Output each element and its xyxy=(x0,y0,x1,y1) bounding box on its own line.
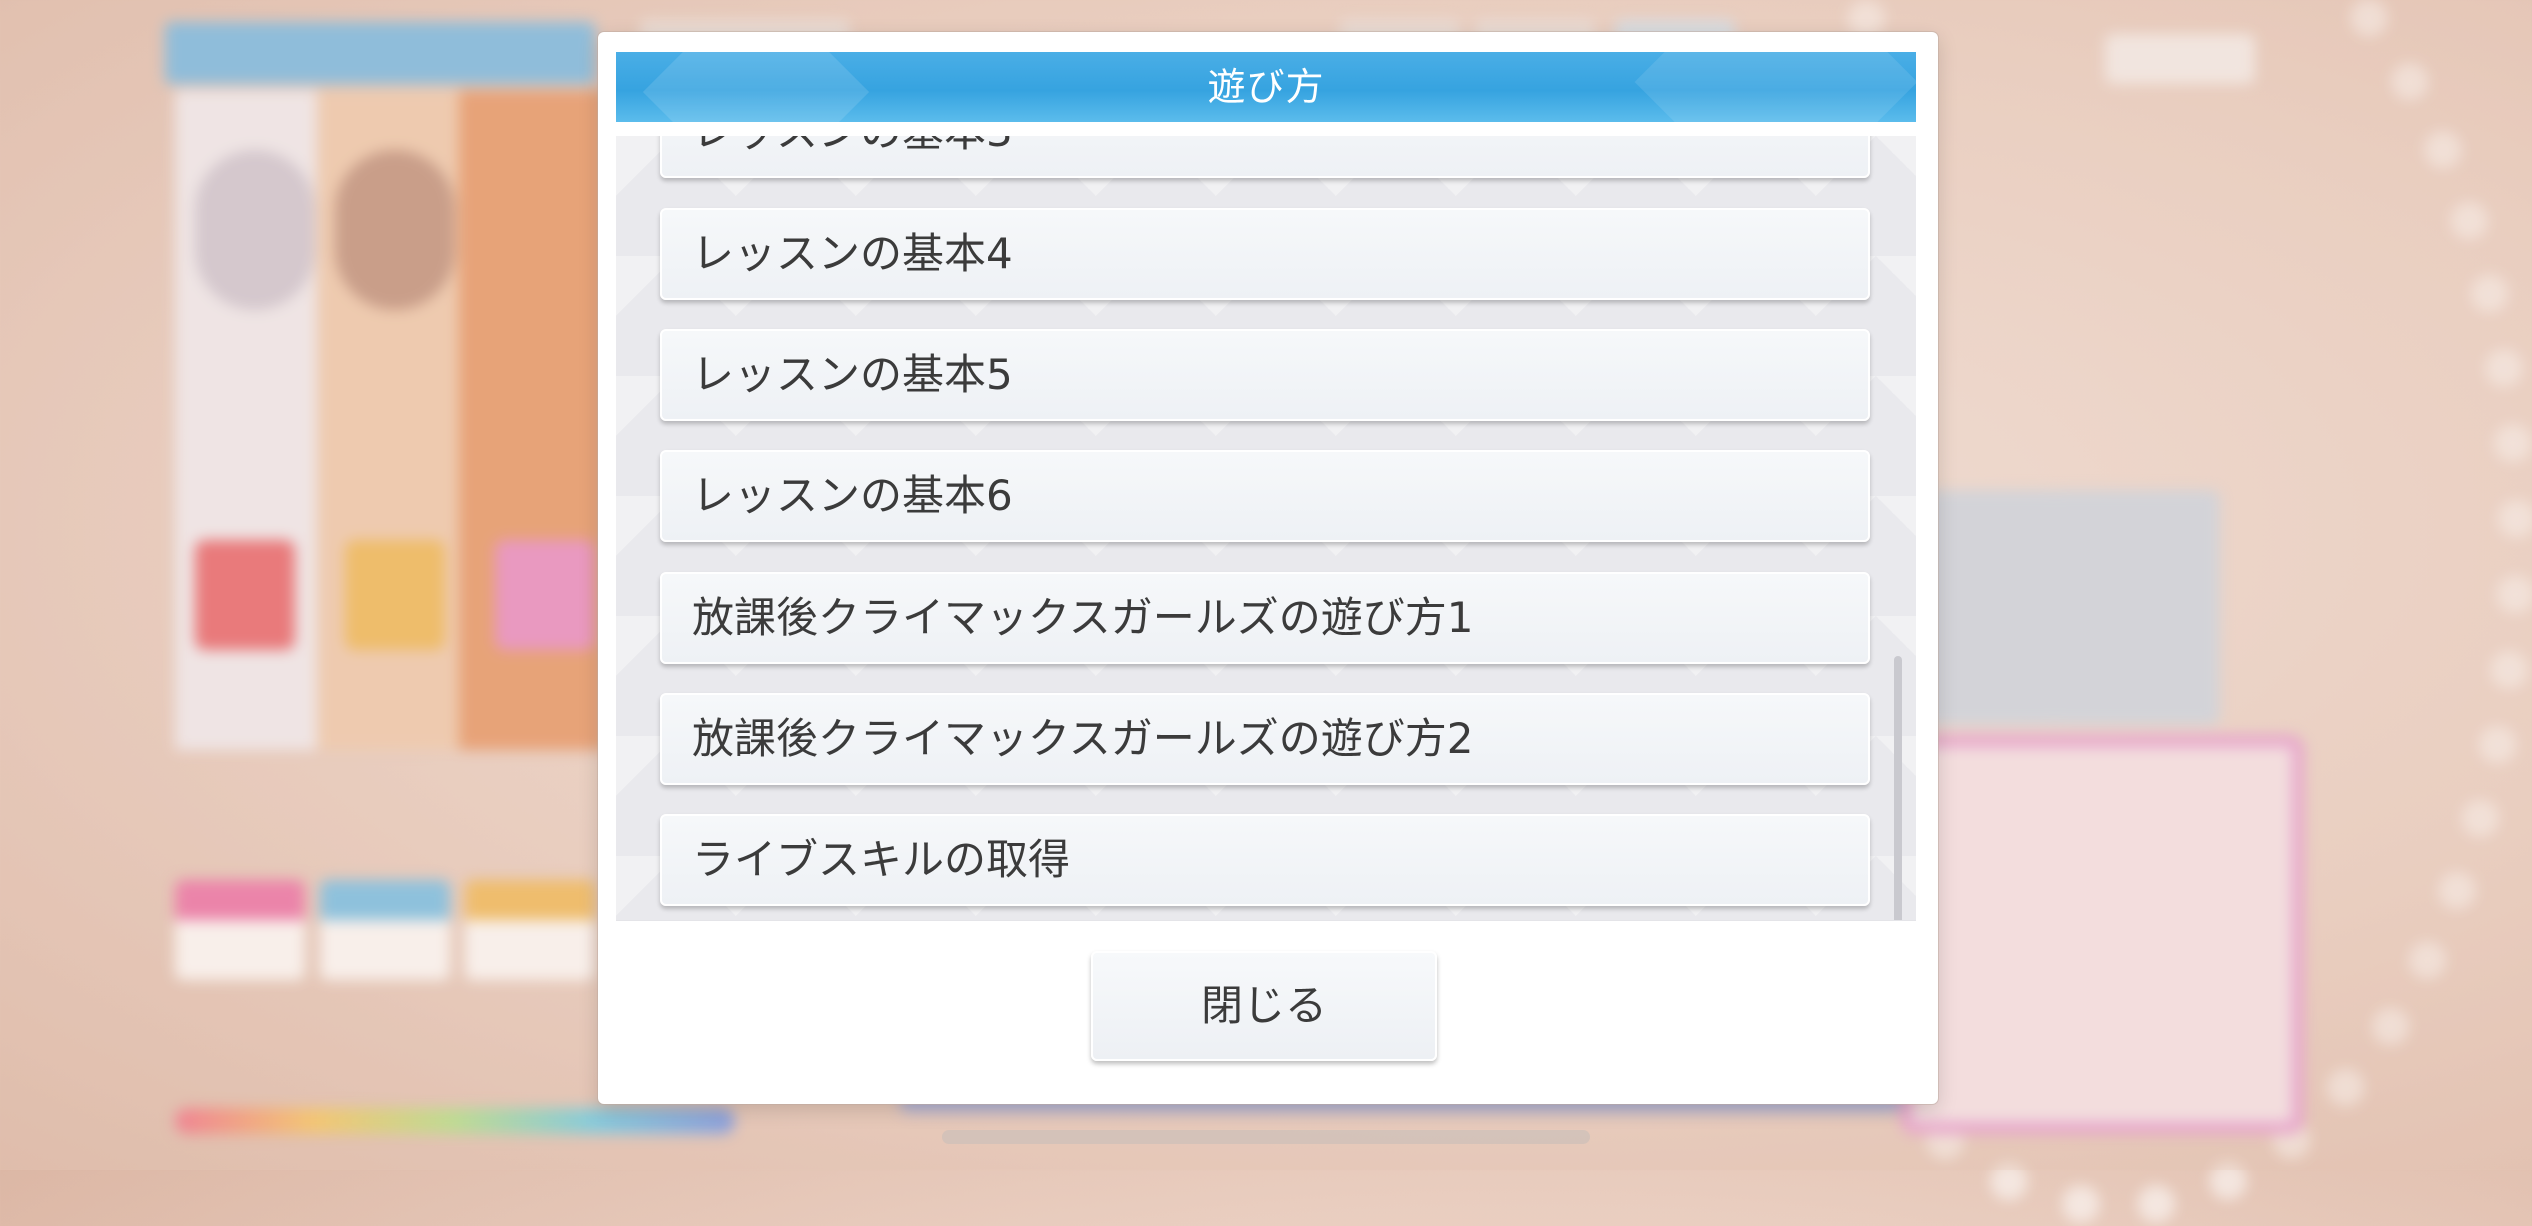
list-item-lesson-basics-6[interactable]: レッスンの基本6 xyxy=(660,450,1870,542)
title-divider xyxy=(616,122,1916,136)
scrollbar-thumb[interactable] xyxy=(1894,656,1902,920)
dialog-inner: 遊び方 レッスンの基本3 レッスンの基本4 レッスンの基本5 レッスンの基本6 … xyxy=(616,52,1916,1082)
dialog-title-bar: 遊び方 xyxy=(616,52,1916,122)
dialog-title: 遊び方 xyxy=(1207,65,1325,109)
close-button[interactable]: 閉じる xyxy=(1091,951,1437,1061)
dialog-footer: 閉じる xyxy=(616,920,1916,1082)
help-topic-list[interactable]: レッスンの基本3 レッスンの基本4 レッスンの基本5 レッスンの基本6 放課後ク… xyxy=(616,136,1916,920)
how-to-play-dialog: 遊び方 レッスンの基本3 レッスンの基本4 レッスンの基本5 レッスンの基本6 … xyxy=(598,32,1938,1104)
list-item-houkago-how-to-play-1[interactable]: 放課後クライマックスガールズの遊び方1 xyxy=(660,572,1870,664)
list-item-live-skill[interactable]: ライブスキルの取得 xyxy=(660,814,1870,906)
list-item-lesson-basics-3[interactable]: レッスンの基本3 xyxy=(660,136,1870,178)
home-indicator xyxy=(942,1130,1590,1144)
list-item-lesson-basics-4[interactable]: レッスンの基本4 xyxy=(660,208,1870,300)
list-item-lesson-basics-5[interactable]: レッスンの基本5 xyxy=(660,329,1870,421)
list-item-houkago-how-to-play-2[interactable]: 放課後クライマックスガールズの遊び方2 xyxy=(660,693,1870,785)
